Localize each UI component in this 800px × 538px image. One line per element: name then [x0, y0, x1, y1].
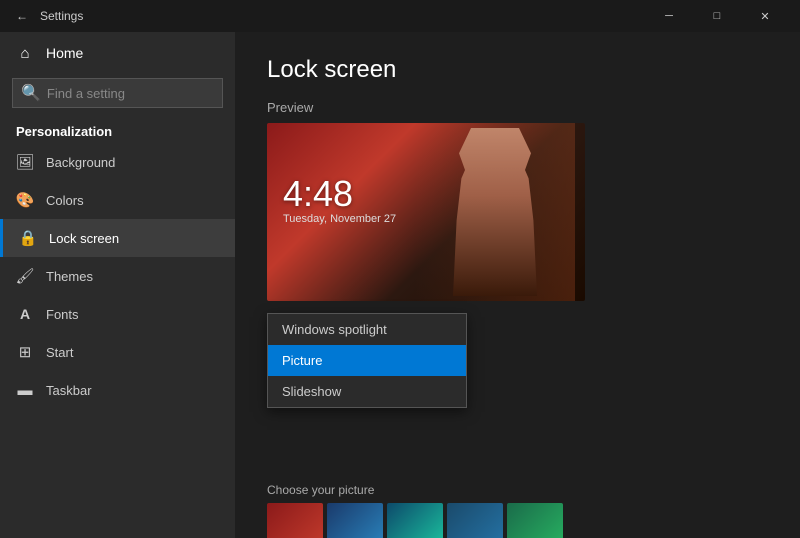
content-area: Lock screen Preview 4:48 Tuesday, Novemb…: [235, 32, 800, 538]
taskbar-icon: ▬: [16, 381, 34, 399]
personalization-label: Personalization: [0, 116, 235, 143]
preview-label: Preview: [267, 100, 768, 115]
thumb-3[interactable]: [387, 503, 443, 538]
back-button[interactable]: ←: [12, 6, 32, 26]
taskbar-label: Taskbar: [46, 383, 92, 398]
themes-icon: 🖌: [16, 267, 34, 285]
maximize-button[interactable]: □: [694, 0, 740, 32]
start-icon: ⊞: [16, 343, 34, 361]
sidebar-item-background[interactable]: 🖼 Background: [0, 143, 235, 181]
sidebar-item-themes[interactable]: 🖌 Themes: [0, 257, 235, 295]
lock-screen-label: Lock screen: [49, 231, 119, 246]
thumb-4[interactable]: [447, 503, 503, 538]
sidebar-item-fonts[interactable]: A Fonts: [0, 295, 235, 333]
preview-figure: [415, 123, 575, 301]
titlebar-title: Settings: [40, 9, 646, 23]
fonts-icon: A: [16, 305, 34, 323]
window-controls: ─ □ ✕: [646, 0, 788, 32]
lock-icon: 🔒: [19, 229, 37, 247]
preview-date: Tuesday, November 27: [283, 213, 396, 225]
thumb-5[interactable]: [507, 503, 563, 538]
sidebar-item-lock-screen[interactable]: 🔒 Lock screen: [0, 219, 235, 257]
home-icon: ⌂: [16, 44, 34, 62]
sidebar-item-taskbar[interactable]: ▬ Taskbar: [0, 371, 235, 409]
preview-time: 4:48: [283, 173, 353, 215]
dropdown-item-slideshow[interactable]: Slideshow: [268, 376, 466, 407]
dropdown-item-picture[interactable]: Picture: [268, 345, 466, 376]
sidebar-item-start[interactable]: ⊞ Start: [0, 333, 235, 371]
preview-person-silhouette: [435, 128, 555, 296]
search-box: 🔍: [12, 78, 223, 108]
dropdown-item-spotlight[interactable]: Windows spotlight: [268, 314, 466, 345]
background-icon: 🖼: [16, 153, 34, 171]
close-button[interactable]: ✕: [742, 0, 788, 32]
minimize-button[interactable]: ─: [646, 0, 692, 32]
sidebar: ⌂ Home 🔍 Personalization 🖼 Background 🎨 …: [0, 32, 235, 538]
search-input[interactable]: [47, 86, 223, 101]
titlebar: ← Settings ─ □ ✕: [0, 0, 800, 32]
thumb-1[interactable]: [267, 503, 323, 538]
page-title: Lock screen: [267, 56, 768, 84]
colors-icon: 🎨: [16, 191, 34, 209]
start-label: Start: [46, 345, 73, 360]
picture-thumbnails: [267, 503, 768, 538]
background-selector: Windows spotlight Picture Slideshow: [267, 313, 768, 423]
choose-picture-label: Choose your picture: [267, 483, 768, 497]
background-label: Background: [46, 155, 115, 170]
home-label: Home: [46, 45, 83, 61]
sidebar-item-home[interactable]: ⌂ Home: [0, 32, 235, 74]
thumb-2[interactable]: [327, 503, 383, 538]
main-layout: ⌂ Home 🔍 Personalization 🖼 Background 🎨 …: [0, 32, 800, 538]
search-icon: 🔍: [21, 83, 41, 103]
fonts-label: Fonts: [46, 307, 79, 322]
lock-screen-preview: 4:48 Tuesday, November 27: [267, 123, 585, 301]
themes-label: Themes: [46, 269, 93, 284]
background-dropdown[interactable]: Windows spotlight Picture Slideshow: [267, 313, 467, 408]
colors-label: Colors: [46, 193, 84, 208]
sidebar-item-colors[interactable]: 🎨 Colors: [0, 181, 235, 219]
